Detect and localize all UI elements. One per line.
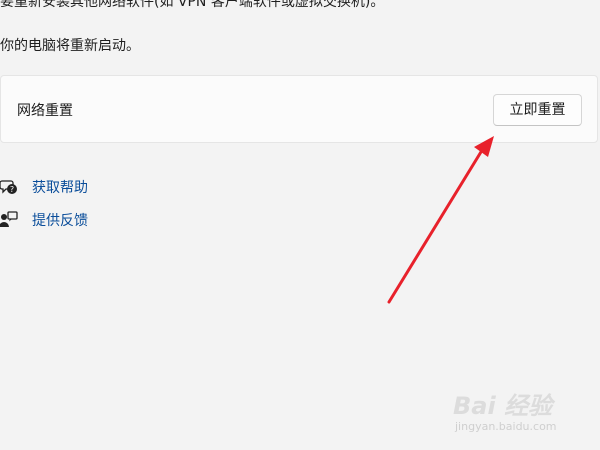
get-help-link[interactable]: ? 获取帮助 [0, 176, 88, 198]
reset-now-button[interactable]: 立即重置 [493, 94, 582, 126]
help-chat-icon: ? [0, 178, 18, 196]
feedback-icon [0, 211, 18, 229]
get-help-label[interactable]: 获取帮助 [32, 177, 88, 197]
watermark-logo-text: Bai 经验 [453, 392, 553, 420]
top-cut-text: 要重新安装其他网络软件(如 VPN 客户端软件或虚拟交换机)。 [0, 0, 385, 10]
baidu-jingyan-watermark: Bai 经验 jingyan.baidu.com [453, 384, 593, 438]
svg-text:?: ? [10, 185, 14, 194]
network-reset-card: 网络重置 立即重置 [0, 75, 598, 143]
settings-page: 要重新安装其他网络软件(如 VPN 客户端软件或虚拟交换机)。 你的电脑将重新启… [0, 0, 600, 450]
give-feedback-label[interactable]: 提供反馈 [32, 210, 88, 230]
restart-note: 你的电脑将重新启动。 [0, 38, 140, 54]
network-reset-title: 网络重置 [17, 103, 73, 119]
watermark-url: jingyan.baidu.com [455, 420, 557, 433]
red-annotation-arrow [387, 136, 494, 304]
give-feedback-link[interactable]: 提供反馈 [0, 209, 88, 231]
